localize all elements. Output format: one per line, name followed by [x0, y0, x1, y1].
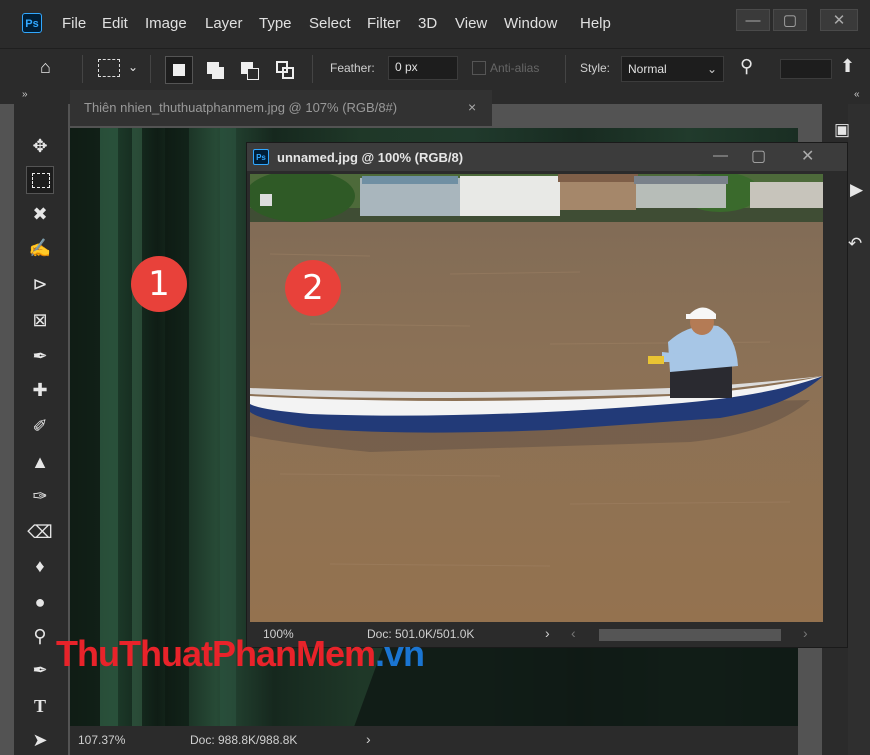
- feather-label: Feather:: [330, 61, 375, 75]
- brush-tool-icon[interactable]: ✐: [26, 412, 54, 440]
- divider: [150, 55, 151, 83]
- style-label: Style:: [580, 61, 611, 75]
- menu-type[interactable]: Type: [259, 15, 292, 32]
- history-icon[interactable]: ↶: [848, 234, 862, 254]
- feather-input[interactable]: 0 px: [388, 56, 458, 80]
- blur-tool-icon[interactable]: ●: [26, 588, 54, 616]
- share-icon[interactable]: ⬆: [840, 56, 855, 77]
- photoshop-logo: Ps: [22, 13, 42, 33]
- lasso-tool-icon[interactable]: ✖: [26, 200, 54, 228]
- watermark-part-2: ThuatPhanMem: [118, 633, 376, 674]
- watermark-logo: ThuThuatPhanMem.vn: [56, 633, 425, 675]
- close-icon[interactable]: ✕: [820, 9, 858, 31]
- divider: [82, 55, 83, 83]
- healing-brush-tool-icon[interactable]: ✚: [26, 376, 54, 404]
- boat-photo-art: [250, 174, 823, 622]
- new-selection-button[interactable]: [165, 56, 193, 84]
- watermark-part-3: .vn: [375, 633, 425, 674]
- menu-file[interactable]: File: [62, 15, 86, 32]
- search-icon[interactable]: ⚲: [740, 56, 753, 77]
- dodge-tool-icon[interactable]: ⚲: [26, 622, 54, 650]
- marker-badge-2: 2: [285, 260, 341, 316]
- menu-edit[interactable]: Edit: [102, 15, 128, 32]
- chevron-down-icon[interactable]: ⌄: [128, 60, 138, 74]
- main-status-bar: 107.37% Doc: 988.8K/988.8K ›: [70, 726, 798, 755]
- menu-image[interactable]: Image: [145, 15, 187, 32]
- close-icon[interactable]: ✕: [801, 146, 814, 166]
- pen-tool-icon[interactable]: ✒: [26, 656, 54, 684]
- eraser-tool-icon[interactable]: ⌫: [26, 518, 54, 546]
- minimize-icon[interactable]: —: [736, 9, 770, 31]
- boat-photo[interactable]: [250, 174, 823, 622]
- menu-bar: Ps File Edit Image Layer Type Select Fil…: [0, 0, 870, 48]
- options-bar: ⌂ ⌄ Feather: 0 px Anti-alias Style: Norm…: [0, 48, 870, 92]
- maximize-icon[interactable]: ▢: [773, 9, 807, 31]
- menu-help[interactable]: Help: [580, 15, 611, 32]
- document-tab-title: Thiên nhien_thuthuatphanmem.jpg @ 107% (…: [84, 100, 398, 115]
- vertical-scrollbar[interactable]: [825, 174, 845, 622]
- document-tab[interactable]: Thiên nhien_thuthuatphanmem.jpg @ 107% (…: [70, 90, 492, 126]
- menu-layer[interactable]: Layer: [205, 15, 243, 32]
- crop-tool-icon[interactable]: ⊳: [26, 270, 54, 298]
- anti-alias-checkbox[interactable]: [472, 61, 486, 75]
- watermark-part-1: Thu: [56, 633, 120, 674]
- doc-size: Doc: 988.8K/988.8K: [190, 733, 298, 747]
- add-selection-icon-part: [212, 67, 224, 79]
- menu-select[interactable]: Select: [309, 15, 351, 32]
- zoom-level[interactable]: 107.37%: [78, 733, 125, 747]
- divider: [565, 55, 566, 83]
- floating-status-menu-arrow[interactable]: ›: [545, 625, 550, 641]
- eyedropper-tool-icon[interactable]: ✒: [26, 342, 54, 370]
- collapse-right-icon[interactable]: «: [854, 89, 860, 100]
- scroll-left-icon[interactable]: ‹: [571, 625, 576, 641]
- horizontal-scrollbar-thumb[interactable]: [599, 629, 781, 641]
- marquee-tool-icon[interactable]: [26, 166, 54, 194]
- style-select-value: Normal: [628, 62, 667, 76]
- collapse-left-icon[interactable]: »: [22, 89, 28, 100]
- scroll-right-icon[interactable]: ›: [803, 625, 808, 641]
- new-selection-icon: [173, 64, 185, 76]
- menu-window[interactable]: Window: [504, 15, 557, 32]
- style-select[interactable]: Normal ⌄: [621, 56, 724, 82]
- menu-3d[interactable]: 3D: [418, 15, 437, 32]
- marquee-preset-icon[interactable]: [98, 59, 120, 77]
- marker-badge-1: 1: [131, 256, 187, 312]
- floating-window-title: unnamed.jpg @ 100% (RGB/8): [277, 150, 464, 165]
- anti-alias-label: Anti-alias: [490, 61, 540, 75]
- close-tab-icon[interactable]: ×: [468, 99, 476, 115]
- divider: [312, 55, 313, 83]
- menu-filter[interactable]: Filter: [367, 15, 400, 32]
- floating-window-titlebar[interactable]: Ps unnamed.jpg @ 100% (RGB/8) — ▢ ✕: [247, 143, 847, 171]
- play-icon[interactable]: ▶: [850, 180, 863, 200]
- right-panel-dock: ▣ ▶ ↶: [834, 104, 870, 755]
- workspace-field[interactable]: [780, 59, 832, 79]
- minimize-icon[interactable]: —: [713, 147, 728, 164]
- clone-stamp-tool-icon[interactable]: ▲: [26, 448, 54, 476]
- subtract-selection-icon-part: [247, 68, 259, 80]
- chevron-down-icon: ⌄: [706, 62, 717, 76]
- frame-tool-icon[interactable]: ⊠: [26, 306, 54, 334]
- home-icon[interactable]: ⌂: [40, 57, 51, 78]
- 3d-cube-icon[interactable]: ▣: [834, 120, 850, 140]
- intersect-selection-icon-part: [282, 67, 294, 79]
- maximize-icon[interactable]: ▢: [751, 146, 766, 166]
- status-menu-arrow[interactable]: ›: [366, 731, 371, 747]
- move-tool-icon[interactable]: ✥: [26, 132, 54, 160]
- menu-view[interactable]: View: [455, 15, 487, 32]
- quick-selection-tool-icon[interactable]: ✍: [26, 234, 54, 262]
- paint-bucket-tool-icon[interactable]: ♦: [26, 552, 54, 580]
- path-selection-tool-icon[interactable]: ➤: [26, 726, 54, 754]
- type-tool-icon[interactable]: T: [26, 692, 54, 720]
- history-brush-tool-icon[interactable]: ✑: [26, 482, 54, 510]
- photoshop-doc-icon: Ps: [253, 149, 269, 165]
- floating-document-window[interactable]: Ps unnamed.jpg @ 100% (RGB/8) — ▢ ✕ 100%…: [246, 142, 848, 648]
